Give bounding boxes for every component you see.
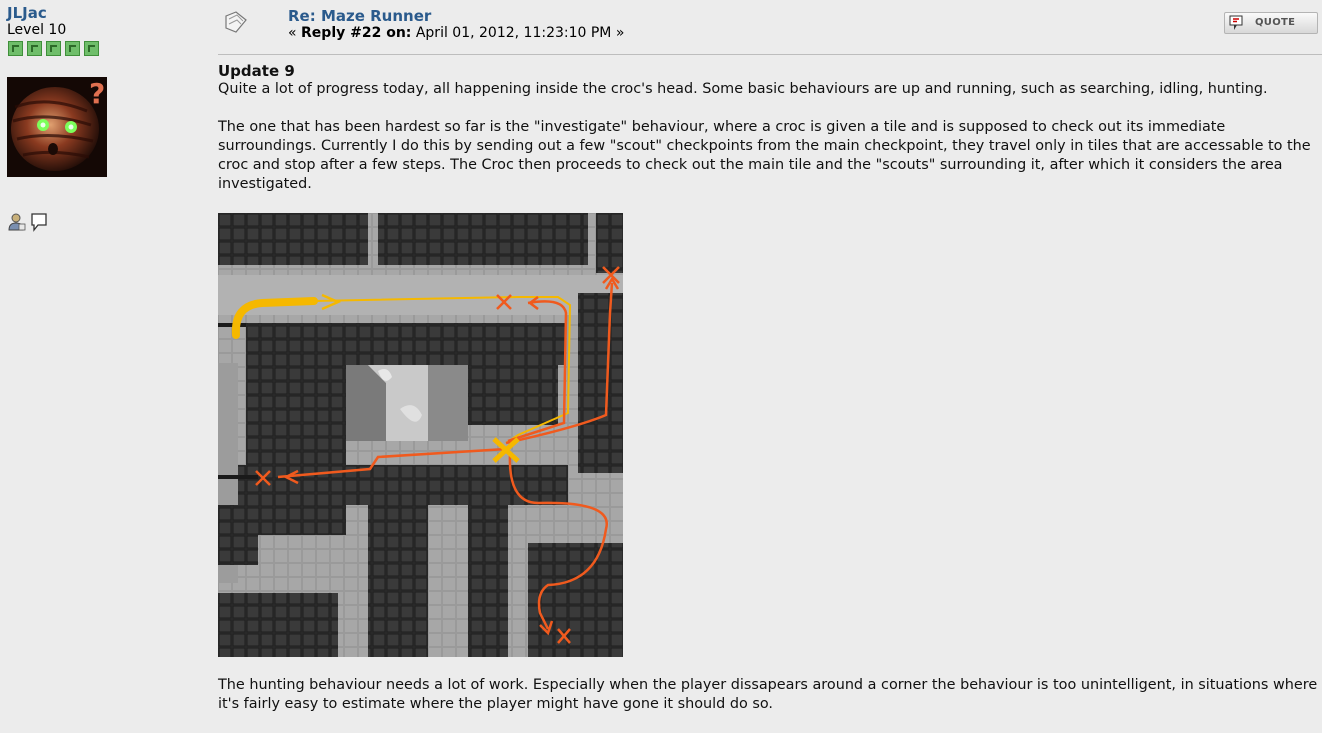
speech-bubble-icon[interactable] [30,212,48,232]
quote-button[interactable]: QUOTE [1224,12,1318,34]
post-title[interactable]: Re: Maze Runner [288,7,431,25]
rank-star-icon [8,41,23,56]
poster-name[interactable]: JLJac [7,4,47,22]
rank-stars [8,41,99,56]
message-icon [225,11,247,33]
maze-screenshot-image [218,213,623,657]
reply-label: Reply #22 on: [301,25,412,41]
profile-actions [8,212,48,232]
poster-info: JLJac Level 10 ? [0,0,200,720]
rank-star-icon [65,41,80,56]
paragraph-2: The one that has been hardest so far is … [218,119,1311,192]
quote-label: QUOTE [1255,17,1296,28]
quote-icon [1229,15,1243,30]
avatar[interactable]: ? [7,77,107,177]
poster-level: Level 10 [7,22,67,38]
post-title-link[interactable]: Re: Maze Runner [288,7,431,25]
svg-text:?: ? [89,77,105,110]
paragraph-1: Quite a lot of progress today, all happe… [218,81,1268,97]
post-body: Update 9 Quite a lot of progress today, … [218,62,1318,733]
post-meta: « Reply #22 on: April 01, 2012, 11:23:10… [288,25,625,41]
post-date: April 01, 2012, 11:23:10 PM [415,25,612,41]
poster-name-link[interactable]: JLJac [7,4,47,22]
rank-star-icon [27,41,42,56]
paragraph-3: The hunting behaviour needs a lot of wor… [218,677,1318,712]
post-header: Re: Maze Runner « Reply #22 on: April 01… [218,7,1322,55]
profile-icon[interactable] [8,212,26,232]
rank-star-icon [84,41,99,56]
update-heading: Update 9 [218,62,295,80]
rank-star-icon [46,41,61,56]
